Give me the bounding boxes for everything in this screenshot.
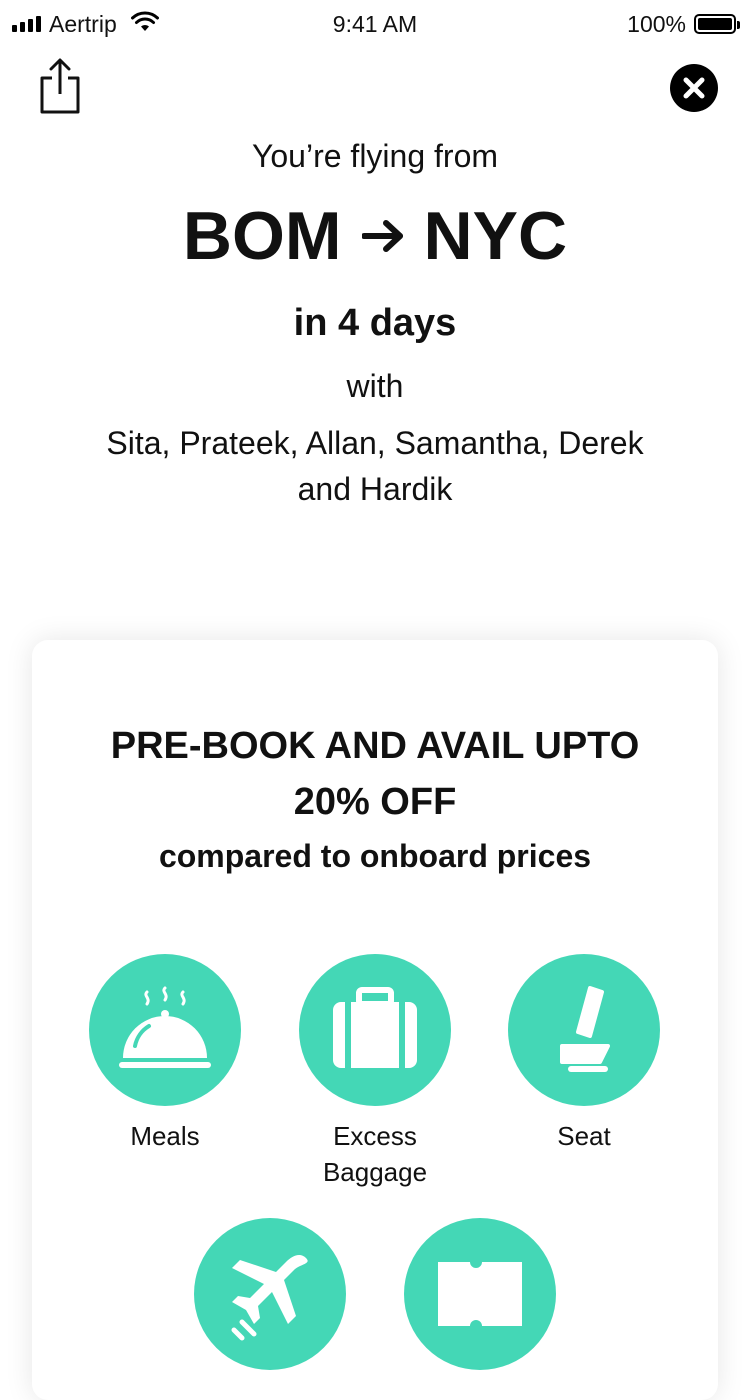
- with-label: with: [346, 368, 404, 404]
- status-bar: Aertrip 9:41 AM 100%: [0, 0, 750, 48]
- addon-ticket[interactable]: [390, 1218, 570, 1382]
- addon-baggage-label: Excess Baggage: [322, 1121, 428, 1187]
- promo-subtitle: compared to onboard prices: [158, 838, 592, 874]
- addon-ticket-circle: [404, 1218, 556, 1370]
- arrow-right-icon: [361, 220, 403, 252]
- close-icon: [683, 77, 705, 99]
- seat-icon: [560, 986, 610, 1072]
- addon-excess-baggage[interactable]: Excess Baggage: [285, 954, 465, 1190]
- trip-countdown: in 4 days: [293, 302, 457, 344]
- addon-other-circle: [194, 1218, 346, 1370]
- battery-icon: [694, 14, 740, 34]
- addon-meals-label: Meals: [130, 1121, 200, 1151]
- addon-seat[interactable]: Seat: [494, 954, 674, 1154]
- battery-percentage: 100%: [627, 11, 686, 37]
- addon-seat-label: Seat: [557, 1121, 611, 1151]
- route-heading: BOM NYC: [0, 196, 750, 276]
- status-bar-right: 100%: [627, 10, 740, 38]
- ticket-icon: [438, 1262, 522, 1326]
- promo-title: PRE-BOOK AND AVAIL UPTO 20% OFF: [110, 725, 640, 823]
- meal-cloche-icon: [119, 986, 211, 1068]
- addon-meals-circle: [89, 954, 241, 1106]
- share-button[interactable]: [38, 56, 82, 116]
- destination-code: NYC: [423, 198, 568, 274]
- flight-intro-text: You’re flying from: [251, 138, 499, 174]
- origin-code: BOM: [182, 198, 342, 274]
- addon-seat-circle: [508, 954, 660, 1106]
- share-icon: [40, 58, 80, 114]
- traveller-names: Sita, Prateek, Allan, Samantha, Derek an…: [106, 425, 644, 507]
- close-button[interactable]: [670, 64, 718, 112]
- addon-baggage-circle: [299, 954, 451, 1106]
- suitcase-icon: [333, 987, 417, 1068]
- plane-tools-icon: [231, 1255, 308, 1341]
- addon-other-services[interactable]: [180, 1218, 360, 1382]
- addon-meals[interactable]: Meals: [75, 954, 255, 1154]
